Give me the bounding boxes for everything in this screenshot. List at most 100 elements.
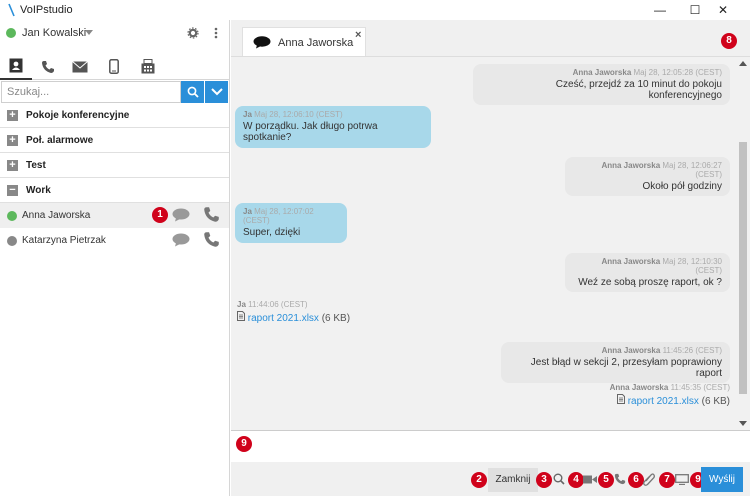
annotation-badge: 3 [536,472,552,488]
message-list[interactable]: Anna Jaworska Maj 28, 12:05:28 (CEST) Cz… [231,56,750,431]
contact-tabs [0,53,229,80]
annotation-badge: 6 [628,472,644,488]
message-sender: Anna Jaworska [601,346,661,355]
fax-icon [141,59,155,74]
message-incoming: Anna Jaworska 11:45:26 (CEST) Jest błąd … [501,342,730,383]
message-incoming: Anna Jaworska Maj 28, 12:06:27 (CEST) Ok… [565,157,730,196]
message-time: Maj 28, 12:10:30 (CEST) [662,257,722,275]
search-input[interactable] [1,81,181,103]
message-text: Około pół godziny [642,181,723,192]
annotation-badge: 4 [568,472,584,488]
message-text: W porządku. Jak długo potrwa spotkanie? [243,121,378,143]
group-label: Work [26,185,51,196]
message-outgoing: Ja Maj 28, 12:06:10 (CEST) W porządku. J… [235,106,431,148]
tab-fax[interactable] [132,53,164,80]
chat-toolbar: 2 Zamknij 3 4 5 6 7 9 Wyślij [231,462,750,496]
tab-calls[interactable] [32,53,64,80]
envelope-icon [72,60,88,72]
chevron-down-icon[interactable] [85,30,93,35]
search-icon [187,86,199,98]
message-sender: Ja [243,207,252,216]
minimize-button[interactable]: — [645,0,675,20]
message-text: Weź ze sobą proszę raport, ok ? [578,277,722,288]
maximize-button[interactable]: ☐ [680,0,710,20]
send-button[interactable]: Wyślij [701,467,743,492]
call-icon[interactable] [203,206,220,223]
expand-icon: + [7,160,18,171]
call-icon[interactable] [203,231,220,248]
screen-share-icon[interactable] [675,474,689,485]
chevron-down-icon [210,88,223,96]
message-sender: Anna Jaworska [601,161,661,170]
file-link[interactable]: raport 2021.xlsx [248,313,319,324]
annotation-badge: 8 [721,33,737,49]
message-sender: Anna Jaworska [609,383,669,392]
mobile-phone-icon [109,59,119,74]
group-conference-rooms[interactable]: + Pokoje konferencyjne [0,104,229,128]
contacts-panel: Jan Kowalski + Pokoje konferency [0,20,230,496]
search-button[interactable] [181,81,204,103]
message-time: Maj 28, 12:05:28 (CEST) [633,68,722,77]
annotation-badge: 9 [236,436,252,452]
search-options-button[interactable] [205,81,228,103]
chat-bubble-icon[interactable] [172,233,190,247]
search-bar [1,80,229,104]
chat-tab-label: Anna Jaworska [278,37,354,49]
group-label: Test [26,160,46,171]
group-emergency[interactable]: + Poł. alarmowe [0,129,229,153]
phone-icon[interactable] [614,473,626,485]
scrollbar-thumb[interactable] [739,142,747,394]
scroll-down-icon[interactable] [739,421,747,426]
search-icon[interactable] [553,473,565,485]
message-time: 11:45:35 (CEST) [670,383,730,392]
group-test[interactable]: + Test [0,154,229,178]
annotation-badge: 7 [659,472,675,488]
title-bar: VoIPstudio — ☐ ✕ [0,0,750,20]
user-name: Jan Kowalski [22,27,87,39]
message-outgoing-file: Ja 11:44:06 (CEST) raport 2021.xlsx (6 K… [237,300,397,324]
group-label: Pokoje konferencyjne [26,110,130,121]
contact-name: Anna Jaworska [22,210,91,221]
annotation-badge: 2 [471,472,487,488]
contact-anna-jaworska[interactable]: Anna Jaworska 1 [0,203,229,228]
close-window-button[interactable]: ✕ [708,0,738,20]
chat-tab-anna[interactable]: Anna Jaworska × [242,27,366,56]
gear-icon[interactable] [187,27,199,39]
file-size: (6 KB) [321,313,351,324]
message-time: Maj 28, 12:06:10 (CEST) [254,110,343,119]
file-link[interactable]: raport 2021.xlsx [628,396,699,407]
message-sender: Ja [243,110,252,119]
chat-bubble-icon[interactable] [172,208,190,222]
tab-contacts[interactable] [0,53,32,80]
message-text: Cześć, przejdź za 10 minut do pokoju kon… [555,79,722,101]
message-text: Jest błąd w sekcji 2, przesyłam poprawio… [530,357,722,379]
more-options-icon[interactable] [214,27,218,39]
annotation-badge: 1 [152,207,168,223]
contact-katarzyna-pietrzak[interactable]: Katarzyna Pietrzak [0,228,229,253]
tab-mobile[interactable] [98,53,130,80]
contact-name: Katarzyna Pietrzak [22,235,106,246]
group-work[interactable]: − Work [0,179,229,203]
annotation-badge: 5 [598,472,614,488]
file-icon [616,394,625,404]
file-size: (6 KB) [701,396,730,407]
user-status-row[interactable]: Jan Kowalski [0,20,229,46]
scroll-up-icon[interactable] [739,61,747,66]
expand-icon: + [7,135,18,146]
group-label: Poł. alarmowe [26,135,94,146]
close-tab-icon[interactable]: × [355,29,361,41]
message-incoming: Anna Jaworska Maj 28, 12:10:30 (CEST) We… [565,253,730,292]
scrollbar[interactable] [737,57,749,431]
message-sender: Ja [237,300,246,309]
chat-panel: Anna Jaworska × 8 Anna Jaworska Maj 28, … [231,20,750,496]
message-text: Super, dzięki [243,227,301,238]
file-icon [237,311,245,321]
video-camera-icon[interactable] [583,475,597,484]
close-chat-button[interactable]: Zamknij [488,468,538,492]
tab-messages[interactable] [64,53,96,80]
expand-icon: + [7,110,18,121]
message-time: 11:44:06 (CEST) [248,300,308,309]
message-outgoing: Ja Maj 28, 12:07:02 (CEST) Super, dzięki [235,203,347,243]
online-status-icon [6,28,16,38]
paperclip-icon[interactable] [643,472,655,486]
